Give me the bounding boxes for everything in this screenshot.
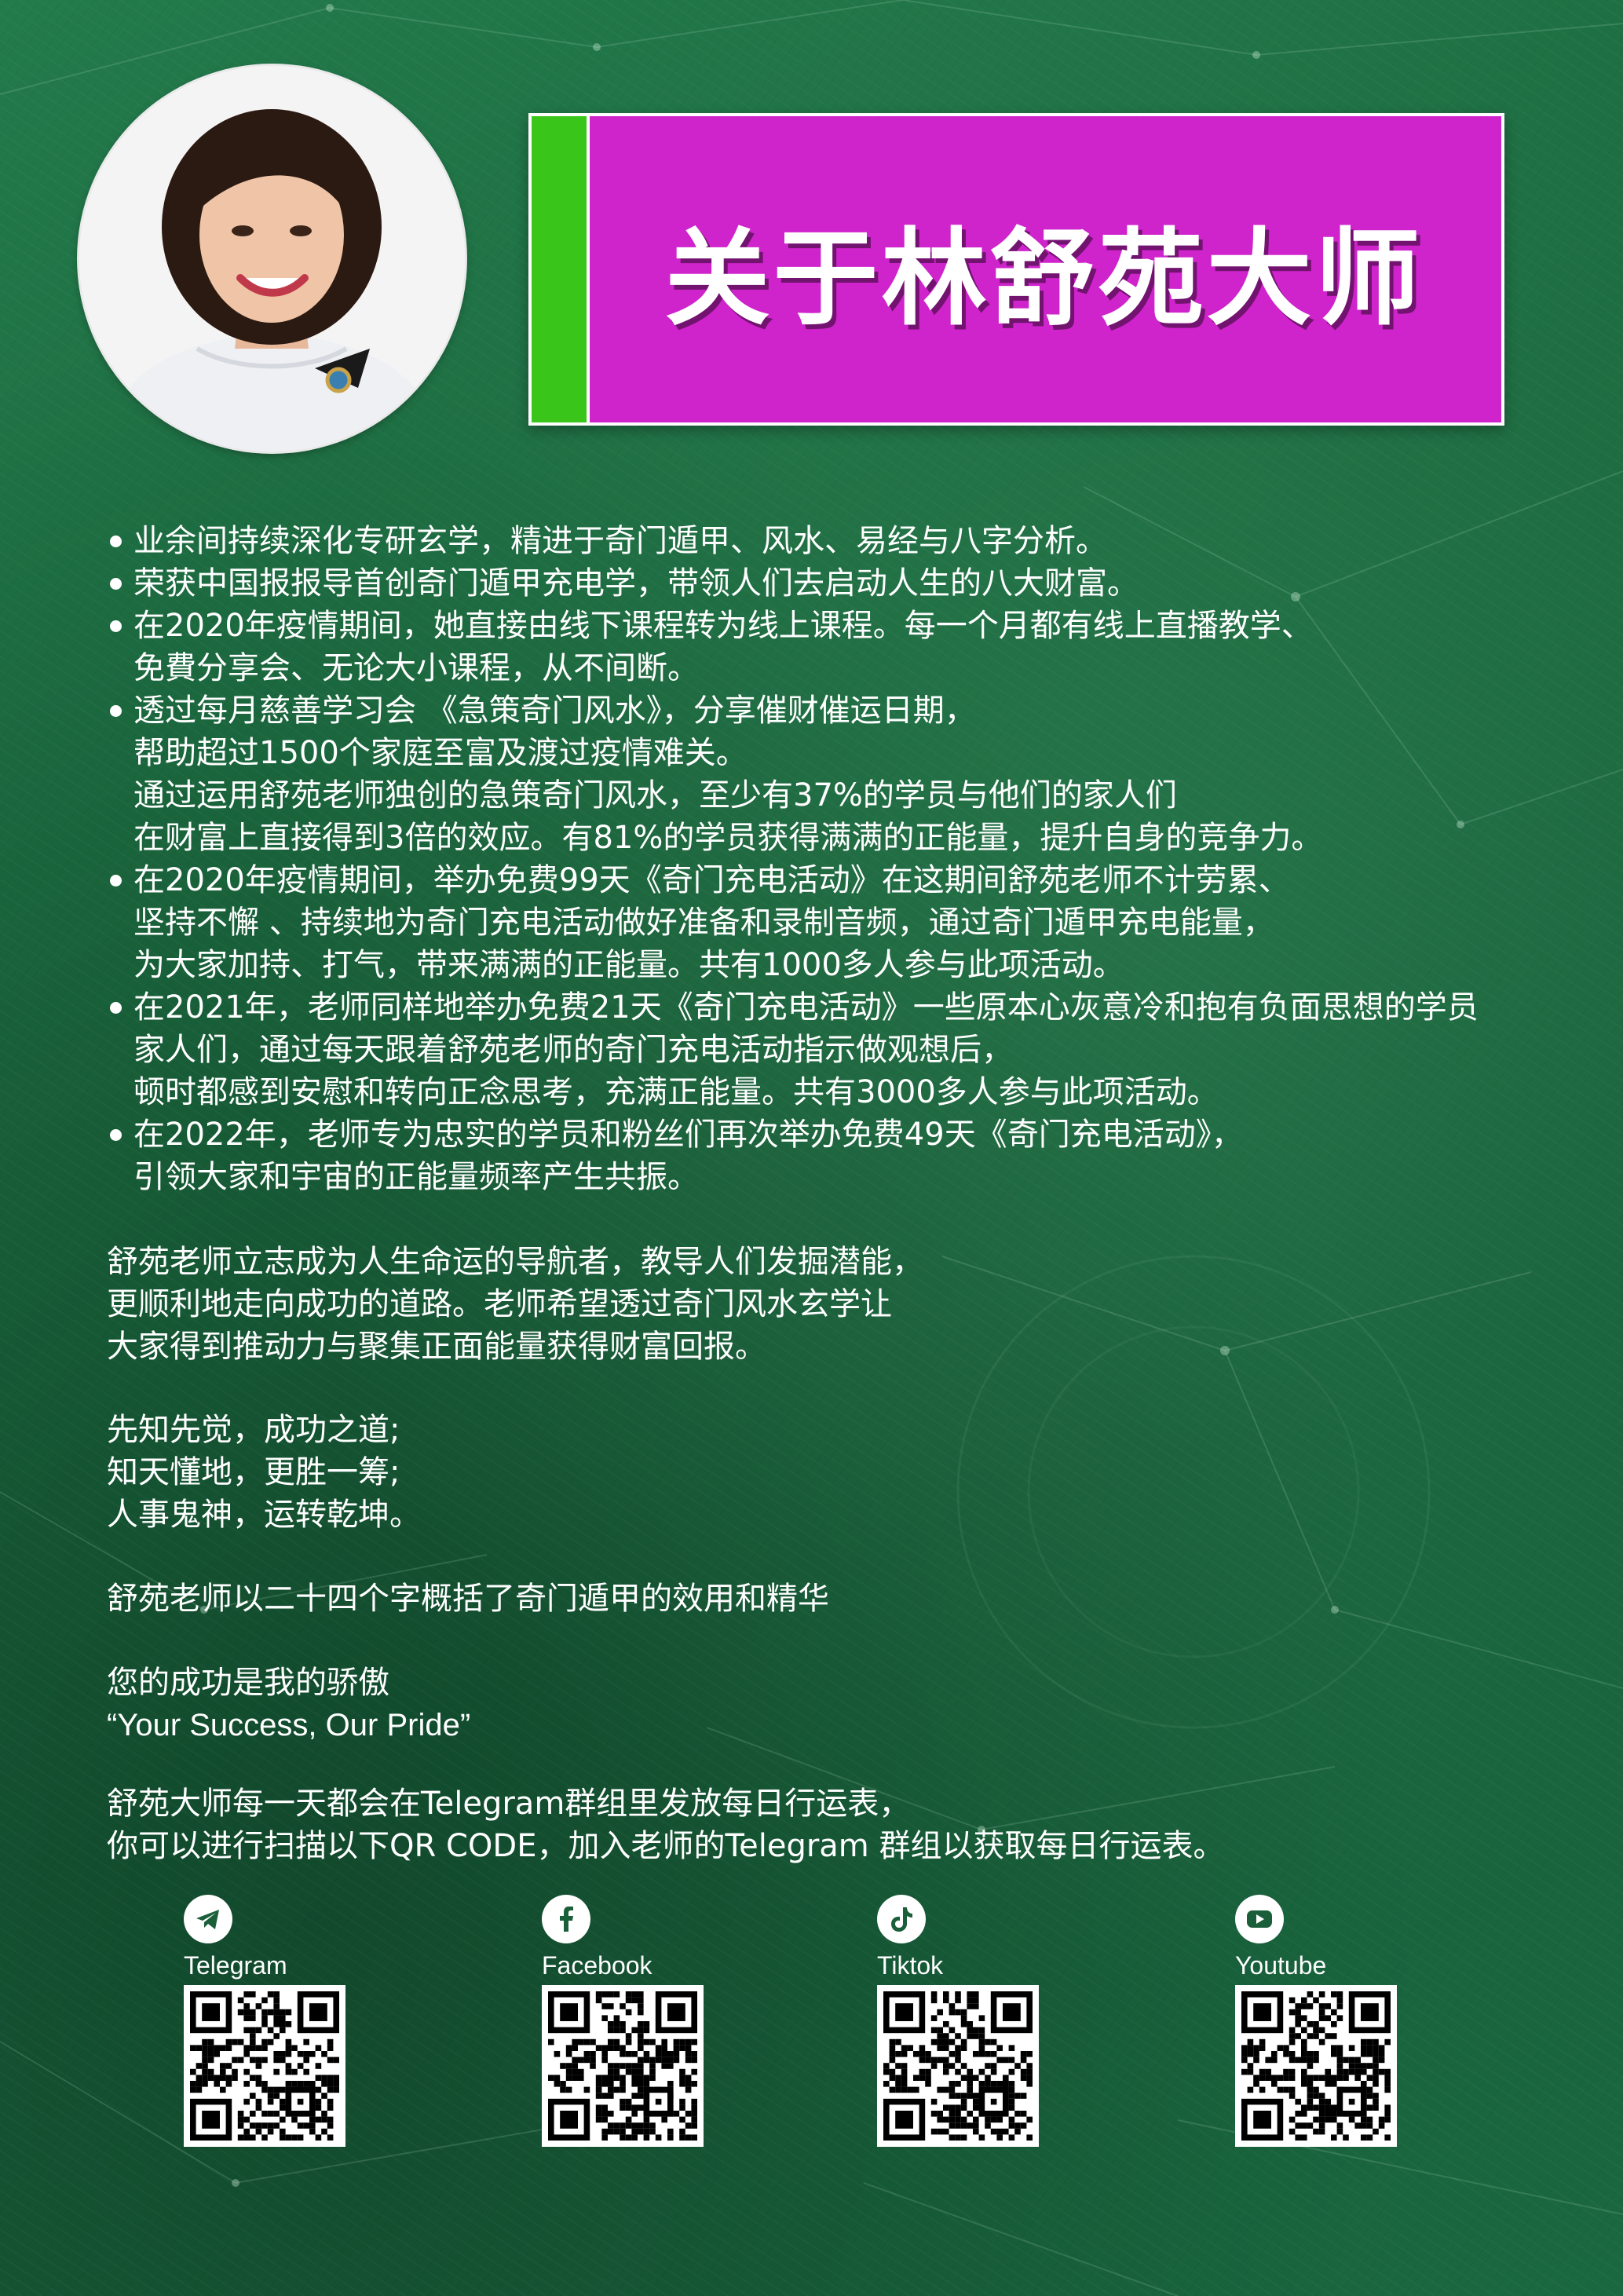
social-youtube[interactable]: Youtube bbox=[1235, 1895, 1404, 2151]
list-item-line: 家人们，通过每天跟着舒苑老师的奇门充电活动指示做观想后， bbox=[133, 1032, 1013, 1068]
page-title: 关于林舒苑大师 bbox=[664, 218, 1424, 340]
title-banner: 关于林舒苑大师 bbox=[528, 113, 1504, 426]
pride-slogan: 您的成功是我的骄傲 “Your Success, Our Pride” bbox=[107, 1662, 470, 1746]
list-item-line: 业余间持续深化专研玄学，精进于奇门遁甲、风水、易经与八字分析。 bbox=[133, 523, 1107, 559]
paragraph-line: 舒苑老师立志成为人生命运的导航者，教导人们发掘潜能， bbox=[107, 1244, 923, 1280]
list-item-line: 引领大家和宇宙的正能量频率产生共振。 bbox=[133, 1159, 699, 1195]
tiktok-qr-code[interactable] bbox=[877, 1985, 1039, 2147]
list-item: 在2020年疫情期间，举办免费99天《奇门充电活动》在这期间舒苑老师不计劳累、 … bbox=[110, 859, 1586, 986]
list-item-line: 在财富上直接得到3倍的效应。有81%的学员获得满满的正能量，提升自身的竞争力。 bbox=[133, 820, 1323, 856]
social-telegram[interactable]: Telegram bbox=[184, 1895, 353, 2151]
mission-paragraph: 舒苑老师立志成为人生命运的导航者，教导人们发掘潜能， 更顺利地走向成功的道路。老… bbox=[107, 1241, 923, 1368]
tiktok-icon bbox=[877, 1895, 926, 1943]
paragraph-line: 更顺利地走向成功的道路。老师希望透过奇门风水玄学让 bbox=[107, 1286, 892, 1322]
summary-line: 舒苑老师以二十四个字概括了奇门遁甲的效用和精华 bbox=[107, 1578, 829, 1620]
list-item-line: 在2020年疫情期间，她直接由线下课程转为线上课程。每一个月都有线上直播教学、 bbox=[133, 608, 1313, 644]
motto-line: 人事鬼神，运转乾坤。 bbox=[107, 1497, 421, 1533]
social-label: Youtube bbox=[1235, 1951, 1327, 1980]
achievements-list: 业余间持续深化专研玄学，精进于奇门遁甲、风水、易经与八字分析。 荣获中国报报导首… bbox=[110, 520, 1586, 1198]
portrait-illustration bbox=[79, 66, 465, 452]
social-label: Tiktok bbox=[877, 1951, 944, 1980]
list-item: 在2020年疫情期间，她直接由线下课程转为线上课程。每一个月都有线上直播教学、 … bbox=[110, 605, 1586, 689]
list-item: 荣获中国报报导首创奇门遁甲充电学，带领人们去启动人生的八大财富。 bbox=[110, 562, 1586, 605]
motto-line: 知天懂地，更胜一筹; bbox=[107, 1454, 400, 1490]
banner-accent-bar bbox=[532, 116, 590, 422]
list-item: 透过每月慈善学习会 《急策奇门风水》，分享催财催运日期， 帮助超过1500个家庭… bbox=[110, 689, 1586, 859]
paragraph-line: 大家得到推动力与聚集正面能量获得财富回报。 bbox=[107, 1329, 766, 1365]
telegram-qr-code[interactable] bbox=[184, 1985, 345, 2147]
list-item-line: 坚持不懈 、持续地为奇门充电活动做好准备和录制音频，通过奇门遁甲充电能量， bbox=[133, 905, 1274, 941]
note-line: 舒苑大师每一天都会在Telegram群组里发放每日行运表， bbox=[107, 1786, 911, 1822]
list-item-line: 免費分享会、无论大小课程，从不间断。 bbox=[133, 650, 699, 686]
telegram-note: 舒苑大师每一天都会在Telegram群组里发放每日行运表， 你可以进行扫描以下Q… bbox=[107, 1782, 1224, 1867]
youtube-icon bbox=[1235, 1895, 1284, 1943]
motto-verse: 先知先觉，成功之道; 知天懂地，更胜一筹; 人事鬼神，运转乾坤。 bbox=[107, 1409, 421, 1536]
social-label: Telegram bbox=[184, 1951, 287, 1980]
list-item-line: 通过运用舒苑老师独创的急策奇门风水，至少有37%的学员与他们的家人们 bbox=[133, 777, 1177, 813]
list-item-line: 为大家加持、打气，带来满满的正能量。共有1000多人参与此项活动。 bbox=[133, 947, 1124, 983]
telegram-icon bbox=[184, 1895, 232, 1943]
list-item: 在2022年，老师专为忠实的学员和粉丝们再次举办免费49天《奇门充电活动》， 引… bbox=[110, 1113, 1586, 1198]
list-item-line: 荣获中国报报导首创奇门遁甲充电学，带领人们去启动人生的八大财富。 bbox=[133, 565, 1139, 601]
social-label: Facebook bbox=[542, 1951, 652, 1980]
youtube-qr-code[interactable] bbox=[1235, 1985, 1397, 2147]
list-item-line: 在2021年，老师同样地举办免费21天《奇门充电活动》一些原本心灰意冷和抱有负面… bbox=[133, 989, 1479, 1026]
facebook-icon bbox=[542, 1895, 590, 1943]
slogan-english: “Your Success, Our Pride” bbox=[107, 1708, 471, 1742]
social-tiktok[interactable]: Tiktok bbox=[877, 1895, 1046, 2151]
motto-line: 先知先觉，成功之道; bbox=[107, 1412, 400, 1448]
facebook-qr-code[interactable] bbox=[542, 1985, 704, 2147]
portrait-photo bbox=[79, 66, 465, 452]
list-item-line: 在2022年，老师专为忠实的学员和粉丝们再次举办免费49天《奇门充电活动》， bbox=[133, 1117, 1243, 1153]
slogan-chinese: 您的成功是我的骄傲 bbox=[107, 1665, 389, 1701]
list-item-line: 透过每月慈善学习会 《急策奇门风水》，分享催财催运日期， bbox=[133, 693, 976, 729]
list-item: 业余间持续深化专研玄学，精进于奇门遁甲、风水、易经与八字分析。 bbox=[110, 520, 1586, 562]
list-item: 在2021年，老师同样地举办免费21天《奇门充电活动》一些原本心灰意冷和抱有负面… bbox=[110, 986, 1586, 1113]
social-facebook[interactable]: Facebook bbox=[542, 1895, 711, 2151]
note-line: 你可以进行扫描以下QR CODE，加入老师的Telegram 群组以获取每日行运… bbox=[107, 1828, 1225, 1864]
list-item-line: 帮助超过1500个家庭至富及渡过疫情难关。 bbox=[133, 735, 748, 771]
summary-text: 舒苑老师以二十四个字概括了奇门遁甲的效用和精华 bbox=[107, 1581, 829, 1617]
list-item-line: 顿时都感到安慰和转向正念思考，充满正能量。共有3000多人参与此项活动。 bbox=[133, 1074, 1219, 1110]
list-item-line: 在2020年疫情期间，举办免费99天《奇门充电活动》在这期间舒苑老师不计劳累、 bbox=[133, 862, 1290, 898]
